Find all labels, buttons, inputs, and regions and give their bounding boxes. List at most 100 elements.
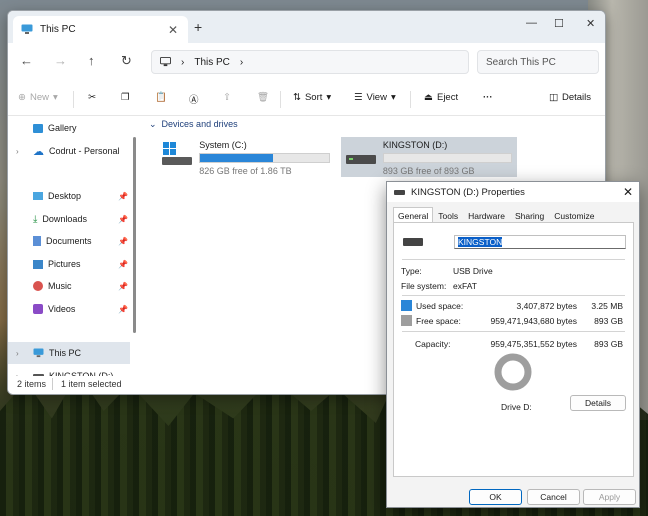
- minimize-icon[interactable]: —: [526, 17, 537, 29]
- up-icon[interactable]: ↑: [88, 53, 95, 68]
- type-label: Type:: [401, 266, 422, 276]
- drive-c[interactable]: System (C:) 826 GB free of 1.86 TB: [157, 137, 335, 177]
- ok-button[interactable]: OK: [469, 489, 522, 505]
- rename-icon[interactable]: Ⓐ: [189, 92, 199, 106]
- eject-button[interactable]: ⏏ Eject: [424, 92, 458, 103]
- free-color-swatch: [401, 315, 412, 326]
- divider: [402, 259, 625, 260]
- status-divider: [52, 378, 53, 390]
- dialog-title: KINGSTON (D:) Properties: [411, 186, 525, 198]
- breadcrumb-chevron-icon[interactable]: ›: [240, 57, 243, 68]
- sidebar-item-label: Downloads: [42, 214, 87, 224]
- chevron-right-icon[interactable]: ›: [16, 147, 28, 156]
- sidebar-scrollbar[interactable]: [133, 137, 136, 333]
- selection-count: 1 item selected: [61, 379, 122, 389]
- sidebar-item-label: Pictures: [48, 259, 81, 269]
- close-window-icon[interactable]: ✕: [586, 17, 595, 30]
- volume-label-text: KINGSTON: [458, 237, 503, 247]
- breadcrumb-chevron-icon[interactable]: ›: [181, 57, 184, 68]
- drive-usage-bar: [199, 153, 330, 163]
- sidebar-item-documents[interactable]: Documents 📌: [8, 230, 130, 252]
- sidebar-item-this-pc[interactable]: › This PC: [8, 342, 130, 364]
- sidebar-item-label: Music: [48, 281, 72, 291]
- paste-icon[interactable]: 📋: [155, 92, 167, 103]
- share-icon[interactable]: ⇪: [223, 92, 231, 103]
- usb-drive-icon: [346, 140, 376, 170]
- properties-dialog: KINGSTON (D:) Properties ✕ General Tools…: [386, 181, 640, 508]
- breadcrumb-this-pc[interactable]: This PC: [194, 57, 230, 68]
- drive-d[interactable]: KINGSTON (D:) 893 GB free of 893 GB: [341, 137, 517, 177]
- details-pane-icon: ◫: [549, 92, 558, 103]
- donut-free-ring: [494, 353, 532, 391]
- used-space-label-row: Used space:: [401, 300, 463, 311]
- pin-icon: 📌: [118, 236, 128, 246]
- drive-large-icon: [403, 238, 423, 246]
- eject-icon: ⏏: [424, 92, 433, 103]
- cut-icon[interactable]: ✂: [88, 92, 96, 103]
- sidebar-item-label: Codrut - Personal: [49, 146, 120, 156]
- sort-icon: ⇅: [293, 92, 301, 103]
- sidebar-item-videos[interactable]: Videos 📌: [8, 298, 130, 320]
- drive-name: KINGSTON (D:): [382, 140, 448, 150]
- new-label: New: [29, 92, 49, 103]
- command-bar: ⊕ New ▾ ✂ ❐ 📋 Ⓐ ⇪ 🗑 ⇅ Sort ▾ ☰ View ▾ ⏏ …: [8, 83, 605, 116]
- free-space-label: Free space:: [416, 316, 461, 326]
- view-button[interactable]: ☰ View ▾: [354, 92, 396, 103]
- section-title: Devices and drives: [161, 119, 238, 129]
- sidebar-item-desktop[interactable]: Desktop 📌: [8, 185, 130, 207]
- sidebar-item-onedrive[interactable]: › ☁ Codrut - Personal: [8, 140, 130, 162]
- sidebar-item-music[interactable]: Music 📌: [8, 275, 130, 297]
- details-button[interactable]: Details: [570, 395, 626, 411]
- new-button[interactable]: ⊕ New ▾: [18, 92, 58, 103]
- sidebar-item-downloads[interactable]: ⤓ Downloads 📌: [8, 208, 130, 230]
- document-icon: [33, 236, 41, 246]
- view-label: View: [366, 92, 387, 103]
- new-tab-icon[interactable]: +: [194, 19, 202, 35]
- sidebar-item-label: Gallery: [48, 123, 77, 133]
- divider: [402, 295, 625, 296]
- details-label: Details: [561, 92, 592, 103]
- more-options-icon[interactable]: ···: [483, 92, 493, 103]
- tab-bar: This PC ✕ + — ☐ ✕: [8, 11, 605, 43]
- tab-this-pc[interactable]: This PC ✕: [13, 16, 188, 43]
- pictures-icon: [33, 259, 43, 269]
- file-system-value: exFAT: [453, 281, 477, 291]
- details-pane-button[interactable]: ◫ Details: [549, 92, 591, 103]
- tab-title: This PC: [40, 24, 76, 35]
- sort-button[interactable]: ⇅ Sort ▾: [293, 92, 331, 103]
- music-icon: [33, 281, 43, 291]
- apply-button[interactable]: Apply: [583, 489, 636, 505]
- cancel-button[interactable]: Cancel: [527, 489, 580, 505]
- refresh-icon[interactable]: ↻: [121, 53, 132, 69]
- maximize-icon[interactable]: ☐: [554, 17, 564, 30]
- navigation-bar: ← → ↑ ↻ › This PC › Search This PC: [8, 43, 605, 83]
- close-tab-icon[interactable]: ✕: [168, 23, 178, 37]
- back-icon[interactable]: ←: [20, 53, 33, 68]
- navigation-pane: Gallery › ☁ Codrut - Personal Desktop 📌 …: [8, 116, 136, 381]
- copy-icon[interactable]: ❐: [121, 92, 130, 103]
- address-bar[interactable]: › This PC ›: [151, 50, 469, 74]
- monitor-icon: [33, 348, 44, 358]
- section-header-devices[interactable]: ⌄ Devices and drives: [149, 119, 238, 130]
- sidebar-item-gallery[interactable]: Gallery: [8, 117, 130, 139]
- capacity-size: 893 GB: [594, 339, 623, 349]
- download-icon: ⤓: [33, 213, 38, 225]
- used-space-bytes: 3,407,872 bytes: [516, 301, 578, 311]
- search-input[interactable]: Search This PC: [477, 50, 599, 74]
- free-space-label-row: Free space:: [401, 315, 461, 326]
- sidebar-item-label: Documents: [46, 236, 92, 246]
- free-space-size: 893 GB: [594, 316, 623, 326]
- sort-label: Sort: [304, 92, 323, 103]
- general-tab-panel: KINGSTON Type: USB Drive File system: ex…: [393, 222, 634, 477]
- close-dialog-icon[interactable]: ✕: [623, 185, 633, 199]
- chevron-right-icon[interactable]: ›: [16, 349, 28, 358]
- item-count: 2 items: [17, 379, 47, 389]
- chevron-down-icon: ▾: [52, 92, 58, 103]
- drive-usage-fill: [200, 154, 274, 162]
- forward-icon[interactable]: →: [54, 53, 67, 68]
- videos-icon: [33, 304, 43, 314]
- delete-icon[interactable]: 🗑: [257, 92, 269, 103]
- sidebar-item-pictures[interactable]: Pictures 📌: [8, 253, 130, 275]
- capacity-bytes: 959,475,351,552 bytes: [490, 339, 578, 349]
- volume-label-input[interactable]: KINGSTON: [454, 235, 626, 249]
